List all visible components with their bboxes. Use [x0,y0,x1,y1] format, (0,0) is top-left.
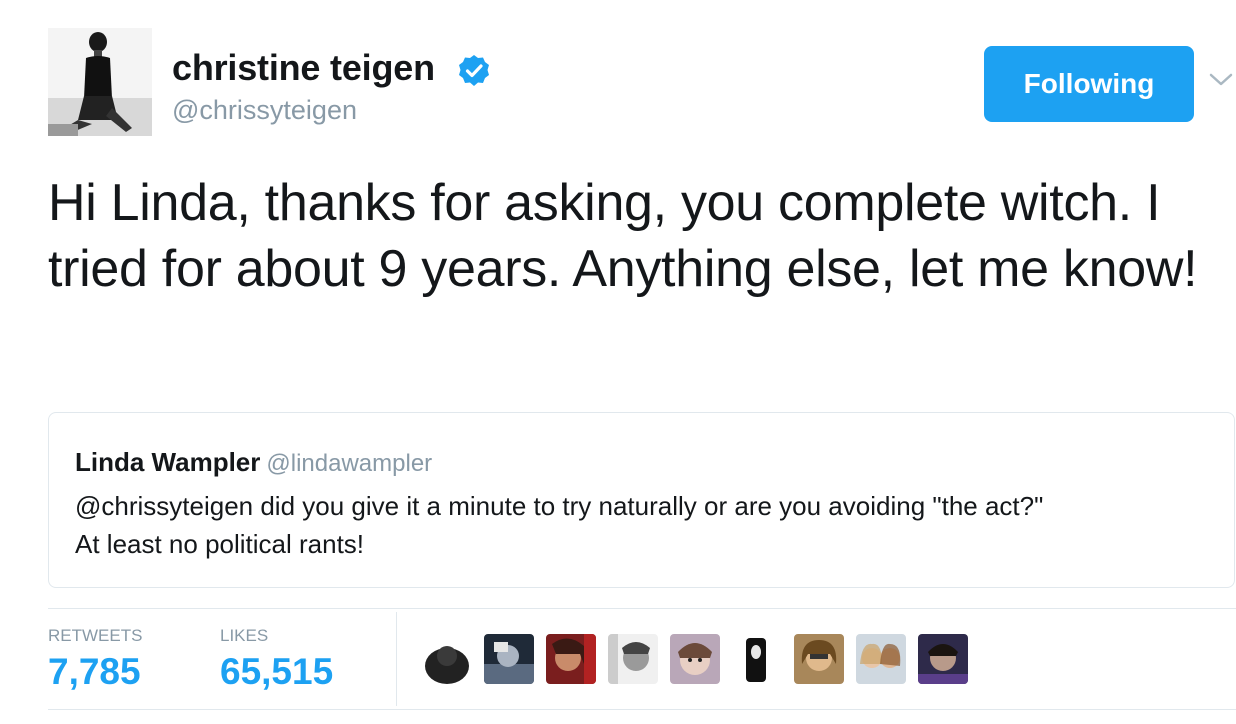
quoted-text-line-2: At least no political rants! [75,529,365,559]
liker-avatar-9[interactable] [918,634,968,684]
liker-avatar-8[interactable] [856,634,906,684]
quoted-author-name: Linda Wampler [75,447,261,477]
stats-divider-top [48,608,1236,609]
quoted-tweet-author: Linda Wampler @lindawampler [75,447,432,478]
retweets-stat[interactable]: RETWEETS 7,785 [48,626,142,694]
liker-avatar-1[interactable] [422,634,472,684]
author-avatar[interactable] [48,28,152,136]
liker-avatar-7[interactable] [794,634,844,684]
retweets-label: RETWEETS [48,626,143,645]
liker-avatar-6[interactable] [732,634,782,684]
likes-count: 65,515 [220,651,334,692]
verified-badge-icon [459,55,489,86]
liker-avatar-3[interactable] [546,634,596,684]
author-handle[interactable]: @chrissyteigen [172,95,357,126]
likes-stat[interactable]: LIKES 65,515 [220,626,333,694]
quoted-author-handle: @lindawampler [266,450,433,477]
liker-avatar-4[interactable] [608,634,658,684]
stats-divider-bottom [48,709,1236,710]
retweets-count: 7,785 [48,651,141,692]
stats-separator [396,612,397,706]
liker-avatar-2[interactable] [484,634,534,684]
quoted-tweet[interactable]: Linda Wampler @lindawampler @chrissyteige… [48,412,1235,588]
liker-avatar-5[interactable] [670,634,720,684]
chevron-down-icon[interactable] [1208,70,1234,90]
likes-label: LIKES [220,626,269,645]
quoted-text-line-1: @chrissyteigen did you give it a minute … [75,491,1044,521]
tweet-text: Hi Linda, thanks for asking, you complet… [48,174,1198,298]
author-name[interactable]: christine teigen [172,47,435,89]
quoted-tweet-text: @chrissyteigen did you give it a minute … [75,487,1215,563]
following-button[interactable]: Following [984,46,1194,122]
